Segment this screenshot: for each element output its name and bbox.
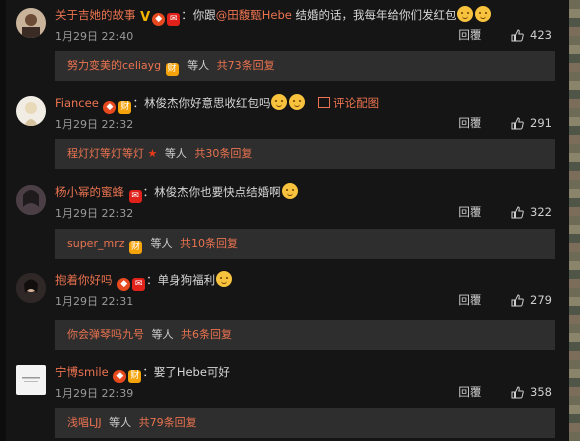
reply-button[interactable]: 回覆	[458, 205, 481, 219]
avatar[interactable]	[16, 273, 46, 303]
comment-username[interactable]: 关于吉她的故事	[55, 8, 136, 22]
comment-time: 1月29日 22:31	[55, 295, 134, 308]
like-count: 322	[530, 205, 552, 219]
comment-text: ：娶了Hebe可好	[142, 365, 230, 379]
like-button[interactable]: 423	[511, 28, 552, 42]
thumbs-up-icon	[511, 386, 524, 399]
comment-line: 宁博smile ◆ 财：娶了Hebe可好	[55, 363, 230, 383]
comment-line: Fiancee ◆ 财：林俊杰你好意思收红包吗 评论配图	[55, 94, 379, 114]
comment-text: ：你跟	[181, 8, 216, 22]
reply-user[interactable]: 程灯灯等灯等灯	[67, 147, 144, 160]
vip-icon: ◆	[103, 101, 117, 114]
comment-image-label: 评论配图	[333, 96, 380, 110]
emoji-icon	[271, 94, 288, 110]
reply-others-label: 等人	[164, 147, 187, 160]
comment-image-link[interactable]: 评论配图	[318, 96, 379, 110]
reply-user[interactable]: 努力变美的celiayg	[67, 59, 161, 72]
thumbs-up-icon	[511, 206, 524, 219]
reply-summary-box[interactable]: 你会弹琴吗九号 等人 共6条回复	[55, 320, 555, 350]
avatar[interactable]	[16, 365, 46, 395]
thumbs-up-icon	[511, 29, 524, 42]
emoji-icon	[289, 94, 306, 110]
reply-button[interactable]: 回覆	[458, 116, 481, 130]
red-envelope-icon: ✉	[132, 278, 146, 291]
reply-summary-box[interactable]: 程灯灯等灯等灯 ★ 等人 共30条回复	[55, 139, 555, 169]
reply-summary-box[interactable]: super_mrz 财 等人 共10条回复	[55, 229, 555, 259]
avatar[interactable]	[16, 96, 46, 126]
comment-username[interactable]: 宁博smile	[55, 365, 109, 379]
verified-v-icon: V	[140, 10, 151, 25]
comment-actions: 回覆 291	[458, 114, 552, 132]
thumbs-up-icon	[511, 117, 524, 130]
comment-username[interactable]: 抱着你好吗	[55, 273, 113, 287]
like-count: 423	[530, 28, 552, 42]
comment-actions: 回覆 423	[458, 26, 552, 44]
fortune-badge-icon: 财	[118, 101, 132, 114]
reply-others-label: 等人	[150, 237, 173, 250]
reply-user[interactable]: 你会弹琴吗九号	[67, 328, 144, 341]
comment-line: 杨小幂的蜜蜂 ✉ ：林俊杰你也要快点结婚啊	[55, 183, 299, 203]
like-button[interactable]: 279	[511, 293, 552, 307]
reply-count-link[interactable]: 共10条回复	[180, 237, 238, 250]
left-edge	[0, 0, 6, 441]
mention-link[interactable]: @田馥甄Hebe	[216, 8, 292, 22]
comment-text: ：单身狗福利	[146, 273, 216, 287]
comment-time: 1月29日 22:39	[55, 387, 134, 400]
comment-actions: 回覆 279	[458, 291, 552, 309]
star-icon: ★	[147, 147, 158, 160]
reply-user[interactable]: 浅唱LJJ	[67, 416, 102, 429]
vip-icon: ◆	[117, 278, 131, 291]
like-count: 291	[530, 116, 552, 130]
thumbs-up-icon	[511, 294, 524, 307]
red-envelope-icon: ✉	[128, 190, 142, 203]
comment-line: 关于吉她的故事 V ◆ ✉ ：你跟@田馥甄Hebe 结婚的话，我每年给你们发红包	[55, 6, 492, 26]
comment-text-continued: 结婚的话，我每年给你们发红包	[291, 8, 457, 22]
right-edge-background	[569, 0, 580, 441]
fortune-badge-icon: 财	[128, 370, 142, 383]
comment-text: ：林俊杰你好意思收红包吗	[132, 96, 271, 110]
comment-line: 抱着你好吗 ◆ ✉ ：单身狗福利	[55, 271, 233, 291]
reply-count-link[interactable]: 共6条回复	[181, 328, 232, 341]
like-button[interactable]: 291	[511, 116, 552, 130]
emoji-icon	[457, 6, 474, 22]
image-icon	[318, 97, 331, 108]
reply-others-label: 等人	[109, 416, 132, 429]
comment-time: 1月29日 22:32	[55, 207, 134, 220]
reply-others-label: 等人	[187, 59, 210, 72]
fortune-badge-icon: 财	[129, 241, 142, 254]
emoji-icon	[216, 271, 233, 287]
avatar[interactable]	[16, 185, 46, 215]
reply-count-link[interactable]: 共79条回复	[139, 416, 197, 429]
reply-button[interactable]: 回覆	[458, 385, 481, 399]
vip-icon: ◆	[113, 370, 127, 383]
red-envelope-icon: ✉	[167, 13, 181, 26]
comment-time: 1月29日 22:40	[55, 30, 134, 43]
reply-others-label: 等人	[151, 328, 174, 341]
reply-summary-box[interactable]: 浅唱LJJ 等人 共79条回复	[55, 408, 555, 438]
emoji-icon	[281, 183, 298, 199]
avatar[interactable]	[16, 8, 46, 38]
like-count: 279	[530, 293, 552, 307]
comment-username[interactable]: Fiancee	[55, 96, 99, 110]
like-count: 358	[530, 385, 552, 399]
reply-count-link[interactable]: 共73条回复	[217, 59, 275, 72]
comment-username[interactable]: 杨小幂的蜜蜂	[55, 185, 124, 199]
reply-user[interactable]: super_mrz	[67, 237, 125, 250]
like-button[interactable]: 322	[511, 205, 552, 219]
reply-button[interactable]: 回覆	[458, 28, 481, 42]
reply-count-link[interactable]: 共30条回复	[194, 147, 252, 160]
comment-actions: 回覆 322	[458, 203, 552, 221]
fortune-badge-icon: 财	[165, 63, 179, 76]
reply-button[interactable]: 回覆	[458, 293, 481, 307]
vip-icon: ◆	[152, 13, 166, 26]
comment-time: 1月29日 22:32	[55, 118, 134, 131]
comment-text: ：林俊杰你也要快点结婚啊	[142, 185, 281, 199]
like-button[interactable]: 358	[511, 385, 552, 399]
reply-summary-box[interactable]: 努力变美的celiayg 财 等人 共73条回复	[55, 51, 555, 81]
comment-actions: 回覆 358	[458, 383, 552, 401]
emoji-icon	[475, 6, 492, 22]
